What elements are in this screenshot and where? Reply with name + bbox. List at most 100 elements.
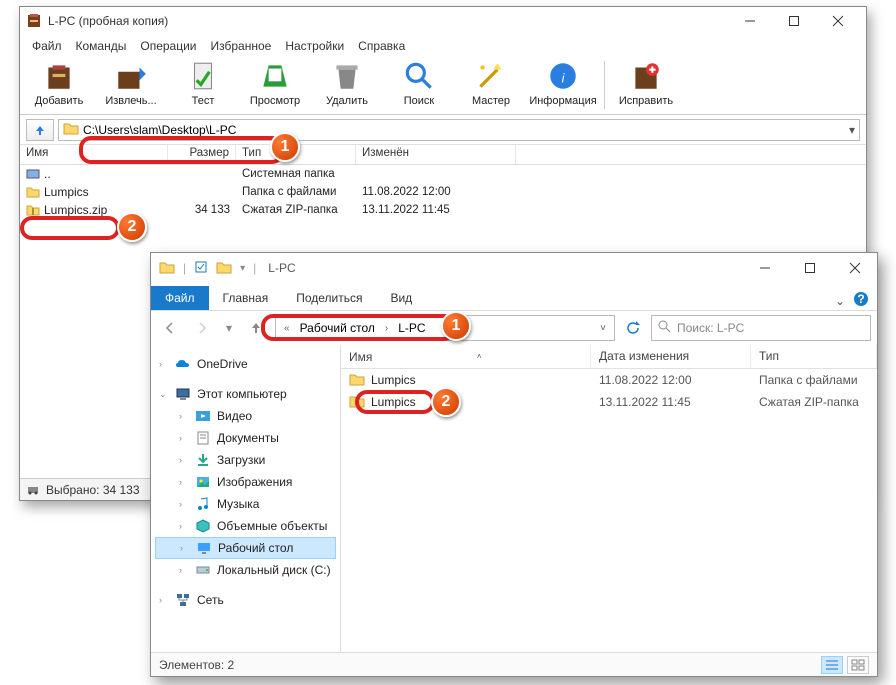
menu-operations[interactable]: Операции (140, 39, 196, 53)
toolbar-test[interactable]: Тест (170, 59, 236, 113)
view-details-button[interactable] (821, 656, 843, 674)
file-row-folder[interactable]: Lumpics Папка с файлами 11.08.2022 12:00 (20, 183, 866, 201)
crumb-desktop[interactable]: Рабочий стол (296, 321, 379, 335)
toolbar-find[interactable]: Поиск (386, 59, 452, 113)
folder-icon (26, 185, 40, 199)
add-icon (42, 59, 76, 93)
chevron-right-icon: › (381, 323, 392, 334)
explorer-columns: Имя ˄ Дата изменения Тип (341, 345, 877, 369)
svg-text:?: ? (857, 292, 864, 306)
toolbar-info[interactable]: iИнформация (530, 59, 596, 113)
ecol-type[interactable]: Тип (751, 345, 877, 368)
col-type[interactable]: Тип (236, 145, 356, 164)
ecol-name[interactable]: Имя ˄ (341, 345, 591, 368)
breadcrumb-drop[interactable]: ˅ (596, 323, 610, 334)
menu-file[interactable]: Файл (32, 39, 62, 53)
close-button[interactable] (832, 253, 877, 283)
tree-downloads[interactable]: ›Загрузки (155, 449, 336, 471)
tree-cdrive[interactable]: ›Локальный диск (C:) (155, 559, 336, 581)
tree-3dobjects[interactable]: ›Объемные объекты (155, 515, 336, 537)
search-box[interactable]: Поиск: L-PC (651, 315, 871, 341)
documents-icon (195, 430, 211, 446)
col-size[interactable]: Размер (168, 145, 236, 164)
toolbar-delete[interactable]: Удалить (314, 59, 380, 113)
menu-commands[interactable]: Команды (76, 39, 127, 53)
nav-recent[interactable]: ▾ (221, 315, 237, 341)
list-item-folder[interactable]: Lumpics 11.08.2022 12:00 Папка с файлами (341, 369, 877, 391)
qat-properties-icon[interactable] (194, 260, 208, 277)
tree-desktop[interactable]: ›Рабочий стол (155, 537, 336, 559)
winrar-addressbar: C:\Users\slam\Desktop\L-PC ▾ (20, 115, 866, 145)
drive-icon (26, 167, 40, 181)
menu-settings[interactable]: Настройки (285, 39, 344, 53)
refresh-button[interactable] (621, 316, 645, 340)
folder-icon (63, 121, 79, 138)
music-icon (195, 496, 211, 512)
network-icon (175, 592, 191, 608)
tree-video[interactable]: ›Видео (155, 405, 336, 427)
view-icons-button[interactable] (847, 656, 869, 674)
objects3d-icon (195, 518, 211, 534)
tab-share[interactable]: Поделиться (282, 286, 376, 310)
winrar-app-icon (26, 13, 42, 29)
menu-help[interactable]: Справка (358, 39, 405, 53)
status-text: Элементов: 2 (159, 658, 234, 672)
tab-view[interactable]: Вид (376, 286, 426, 310)
tree-network[interactable]: ›Сеть (155, 589, 336, 611)
chevron-down-icon[interactable]: ▾ (849, 123, 855, 137)
video-icon (195, 408, 211, 424)
toolbar-repair[interactable]: Исправить (613, 59, 679, 113)
winrar-titlebar: L-PC (пробная копия) (20, 7, 866, 35)
wizard-icon (474, 59, 508, 93)
nav-forward[interactable] (189, 315, 215, 341)
onedrive-icon (175, 356, 191, 372)
repair-icon (629, 59, 663, 93)
toolbar-add[interactable]: Добавить (26, 59, 92, 113)
crumb-folder[interactable]: L-PC (394, 321, 429, 335)
up-button[interactable] (26, 119, 54, 141)
qat-newfolder-icon[interactable] (216, 260, 232, 277)
desktop-icon (196, 540, 212, 556)
toolbar-wizard[interactable]: Мастер (458, 59, 524, 113)
test-icon (186, 59, 220, 93)
tab-home[interactable]: Главная (209, 286, 283, 310)
tab-file[interactable]: Файл (151, 286, 209, 310)
zip-icon (349, 394, 365, 411)
ribbon-expand-icon[interactable]: ⌄ (835, 294, 845, 308)
col-name[interactable]: Имя (20, 145, 168, 164)
minimize-button[interactable] (728, 7, 772, 35)
minimize-button[interactable] (742, 253, 787, 283)
file-row-up[interactable]: .. Системная папка (20, 165, 866, 183)
path-box[interactable]: C:\Users\slam\Desktop\L-PC ▾ (58, 119, 860, 141)
breadcrumb[interactable]: « Рабочий стол › L-PC ˅ (275, 315, 615, 341)
tree-music[interactable]: ›Музыка (155, 493, 336, 515)
folder-icon (159, 260, 175, 277)
maximize-button[interactable] (787, 253, 832, 283)
maximize-button[interactable] (772, 7, 816, 35)
nav-back[interactable] (157, 315, 183, 341)
folder-icon (349, 372, 365, 389)
qat-dropdown[interactable]: ▾ (240, 263, 245, 274)
tree-thispc[interactable]: ⌄Этот компьютер (155, 383, 336, 405)
info-icon: i (546, 59, 580, 93)
status-text: Выбрано: 34 133 (46, 483, 140, 497)
nav-up[interactable] (243, 315, 269, 341)
help-icon[interactable]: ? (853, 291, 869, 310)
ecol-date[interactable]: Дата изменения (591, 345, 751, 368)
file-row-zip[interactable]: Lumpics.zip 34 133 Сжатая ZIP-папка 13.1… (20, 201, 866, 219)
list-item-zip[interactable]: Lumpics 13.11.2022 11:45 Сжатая ZIP-папк… (341, 391, 877, 413)
tree-pictures[interactable]: ›Изображения (155, 471, 336, 493)
toolbar-view[interactable]: Просмотр (242, 59, 308, 113)
tree-documents[interactable]: ›Документы (155, 427, 336, 449)
close-button[interactable] (816, 7, 860, 35)
winrar-toolbar: Добавить Извлечь... Тест Просмотр Удалит… (20, 57, 866, 115)
col-modified[interactable]: Изменён (356, 145, 516, 164)
winrar-title: L-PC (пробная копия) (48, 14, 728, 28)
find-icon (402, 59, 436, 93)
downloads-icon (195, 452, 211, 468)
delete-icon (330, 59, 364, 93)
winrar-columns: Имя Размер Тип Изменён (20, 145, 866, 165)
menu-favorites[interactable]: Избранное (211, 39, 272, 53)
toolbar-extract[interactable]: Извлечь... (98, 59, 164, 113)
tree-onedrive[interactable]: ›OneDrive (155, 353, 336, 375)
